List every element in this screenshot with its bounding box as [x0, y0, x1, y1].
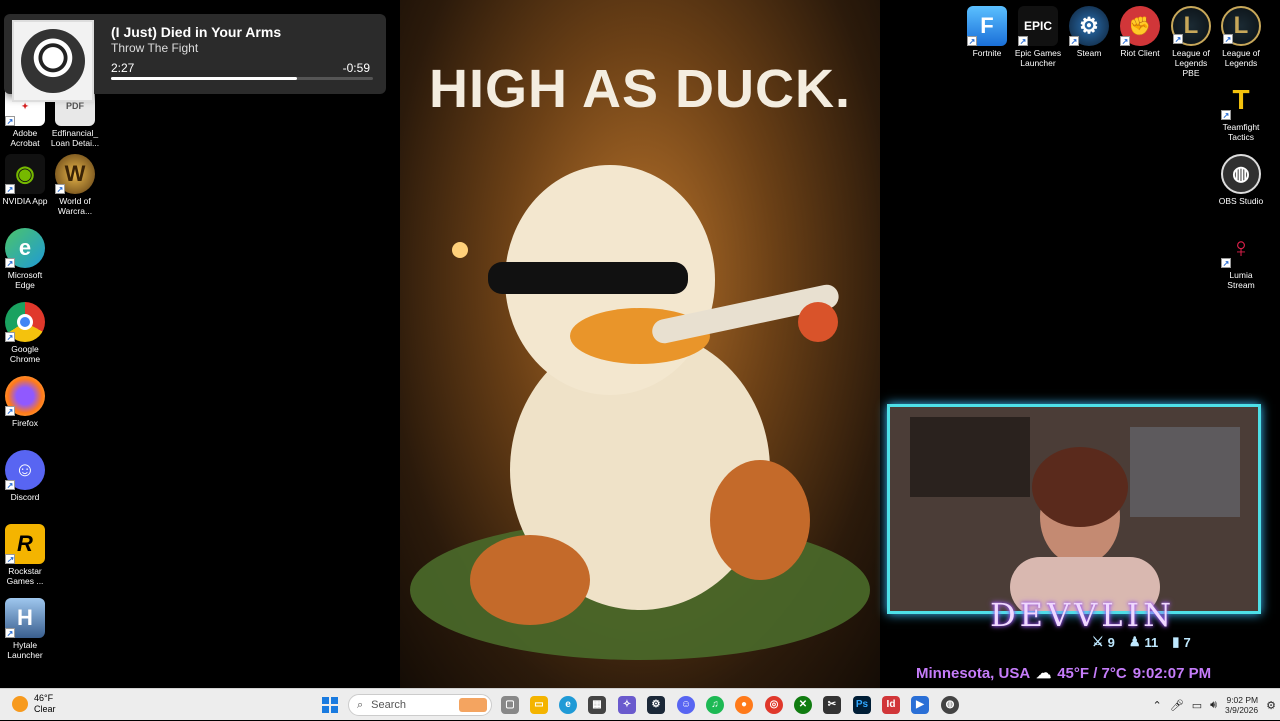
taskbar-search[interactable]: ⌕ Search — [348, 694, 492, 716]
desktop-icon-nvidia[interactable]: ◉ ↗ NVIDIA App — [0, 154, 50, 206]
search-icon: ⌕ — [357, 698, 364, 711]
location-text: Minnesota, USA — [916, 664, 1031, 682]
desktop-icon-edge[interactable]: e ↗ Microsoft Edge — [0, 228, 50, 290]
obs-taskbar-icon[interactable]: ◍ — [941, 696, 959, 714]
location-weather-bar: Minnesota, USA ☁ 45°F / 7°C 9:02:07 PM — [916, 664, 1212, 683]
song-artist: Throw The Fight — [111, 41, 199, 55]
person-icon: ♟ — [1128, 634, 1141, 649]
desktop-icon-tft[interactable]: T ↗ Teamfight Tactics — [1216, 80, 1266, 142]
desktop-icon-hytale[interactable]: H ↗ Hytale Launcher — [0, 598, 50, 660]
xbox-icon[interactable]: ✕ — [794, 696, 812, 714]
streamer-name: DEVVLIN — [990, 596, 1176, 634]
taskbar: 46°F Clear ⌕ Search ▢ ▭ e ▦ ✧ ⚙ ☺ ♫ ● ◎ … — [0, 688, 1280, 720]
warcraft-icon: W ↗ — [55, 154, 95, 194]
desktop-icon-epic[interactable]: EPIC ↗ Epic Games Launcher — [1013, 6, 1063, 68]
firefox-taskbar-icon[interactable]: ● — [735, 696, 753, 714]
desktop-icon-warcraft[interactable]: W ↗ World of Warcra... — [50, 154, 100, 216]
file-explorer-icon[interactable]: ▭ — [530, 696, 548, 714]
photoshop-icon[interactable]: Ps — [853, 696, 871, 714]
album-art — [12, 20, 94, 102]
weather-icon — [12, 696, 28, 712]
sword-icon: ⚔ — [1092, 634, 1104, 649]
indesign-icon[interactable]: Id — [882, 696, 900, 714]
discord-icon: ☺ ↗ — [5, 450, 45, 490]
media-app-icon[interactable]: ▶ — [911, 696, 929, 714]
epic-games-icon: EPIC ↗ — [1018, 6, 1058, 46]
stat-followers: ♟ 11 — [1128, 634, 1159, 650]
system-tray: ⌃ 🎤︎ ▭ 🔊︎ 9:02 PM 3/9/2026 ⚙ — [1153, 689, 1277, 721]
steam-icon: ⚙ ↗ — [1069, 6, 1109, 46]
discord-taskbar-icon[interactable]: ☺ — [677, 696, 695, 714]
desktop-icon-firefox[interactable]: ↗ Firefox — [0, 376, 50, 428]
hytale-icon: H ↗ — [5, 598, 45, 638]
start-button[interactable] — [322, 697, 338, 713]
chrome-icon: ↗ — [5, 302, 45, 342]
microphone-icon[interactable]: 🎤︎ — [1170, 699, 1184, 712]
steam-taskbar-icon[interactable]: ⚙ — [647, 696, 665, 714]
song-title: (I Just) Died in Your Arms — [111, 24, 282, 40]
league-pbe-icon: L ↗ — [1171, 6, 1211, 46]
edge-icon: e ↗ — [5, 228, 45, 268]
obs-icon: ◍ — [1221, 154, 1261, 194]
task-view-icon[interactable]: ▢ — [501, 696, 519, 714]
notification-icon[interactable]: ⚙ — [1266, 699, 1276, 712]
desktop-icon-fortnite[interactable]: F ↗ Fortnite — [962, 6, 1012, 58]
duck-illustration — [410, 165, 870, 660]
chevron-up-icon[interactable]: ⌃ — [1153, 699, 1162, 712]
desktop-icon-chrome[interactable]: ↗ Google Chrome — [0, 302, 50, 364]
desktop-icon-discord[interactable]: ☺ ↗ Discord — [0, 450, 50, 502]
desktop-icon-obs[interactable]: ◍ OBS Studio — [1216, 154, 1266, 206]
store-icon[interactable]: ▦ — [588, 696, 606, 714]
volume-icon[interactable]: 🔊︎ — [1210, 699, 1217, 712]
desktop-icon-lumia[interactable]: ♀ ↗ Lumia Stream — [1216, 228, 1266, 290]
media-progress-bar[interactable] — [111, 77, 373, 80]
desktop: ✦ ↗ Adobe Acrobat PDF Edfinancial_ Loan D… — [0, 0, 1280, 688]
cloud-icon: ☁ — [1036, 665, 1052, 682]
weather-widget[interactable]: 46°F Clear — [12, 693, 56, 715]
league-icon: L ↗ — [1221, 6, 1261, 46]
search-placeholder: Search — [371, 699, 407, 711]
media-progress-fill — [111, 77, 298, 80]
lumia-icon: ♀ ↗ — [1221, 232, 1252, 268]
stat-kills: ⚔ 9 — [1092, 634, 1115, 650]
desktop-icon-riot[interactable]: ✊ ↗ Riot Client — [1115, 6, 1165, 58]
firefox-icon: ↗ — [5, 376, 45, 416]
taskbar-clock[interactable]: 9:02 PM 3/9/2026 — [1225, 695, 1258, 715]
webcam-feed — [887, 404, 1261, 614]
desktop-icon-league[interactable]: L ↗ League of Legends — [1216, 6, 1266, 68]
weather-temp: 46°F — [34, 693, 54, 703]
edge-taskbar-icon[interactable]: e — [559, 696, 577, 714]
desktop-icon-rockstar[interactable]: R ↗ Rockstar Games ... — [0, 524, 50, 586]
tft-icon: T ↗ — [1221, 84, 1250, 120]
spotify-icon[interactable]: ♫ — [706, 696, 724, 714]
time-elapsed: 2:27 — [111, 61, 135, 75]
stat-viewers: ▮ 7 — [1172, 634, 1191, 650]
time-remaining: -0:59 — [342, 61, 370, 75]
weather-text: 45°F / 7°C — [1057, 664, 1127, 682]
media-flyout[interactable]: (I Just) Died in Your Arms Throw The Fig… — [4, 14, 386, 102]
wallpaper: HIGH AS DUCK. — [400, 0, 880, 688]
weather-condition: Clear — [34, 704, 56, 714]
fortnite-icon: F ↗ — [967, 6, 1007, 46]
copilot-icon[interactable]: ✧ — [618, 696, 636, 714]
nvidia-icon: ◉ ↗ — [5, 154, 45, 194]
stream-stats: ⚔ 9 ♟ 11 ▮ 7 — [1092, 634, 1191, 650]
desktop-icon-steam[interactable]: ⚙ ↗ Steam — [1064, 6, 1114, 58]
riot-icon: ✊ ↗ — [1120, 6, 1160, 46]
overlay-time: 9:02:07 PM — [1132, 664, 1212, 682]
network-icon[interactable]: ▭ — [1192, 699, 1202, 712]
bars-icon: ▮ — [1172, 634, 1180, 649]
desktop-icon-league-pbe[interactable]: L ↗ League of Legends PBE — [1166, 6, 1216, 78]
rockstar-icon: R ↗ — [5, 524, 45, 564]
chrome-taskbar-icon[interactable]: ◎ — [765, 696, 783, 714]
snipping-tool-icon[interactable]: ✂ — [823, 696, 841, 714]
search-highlight-icon — [459, 698, 487, 712]
